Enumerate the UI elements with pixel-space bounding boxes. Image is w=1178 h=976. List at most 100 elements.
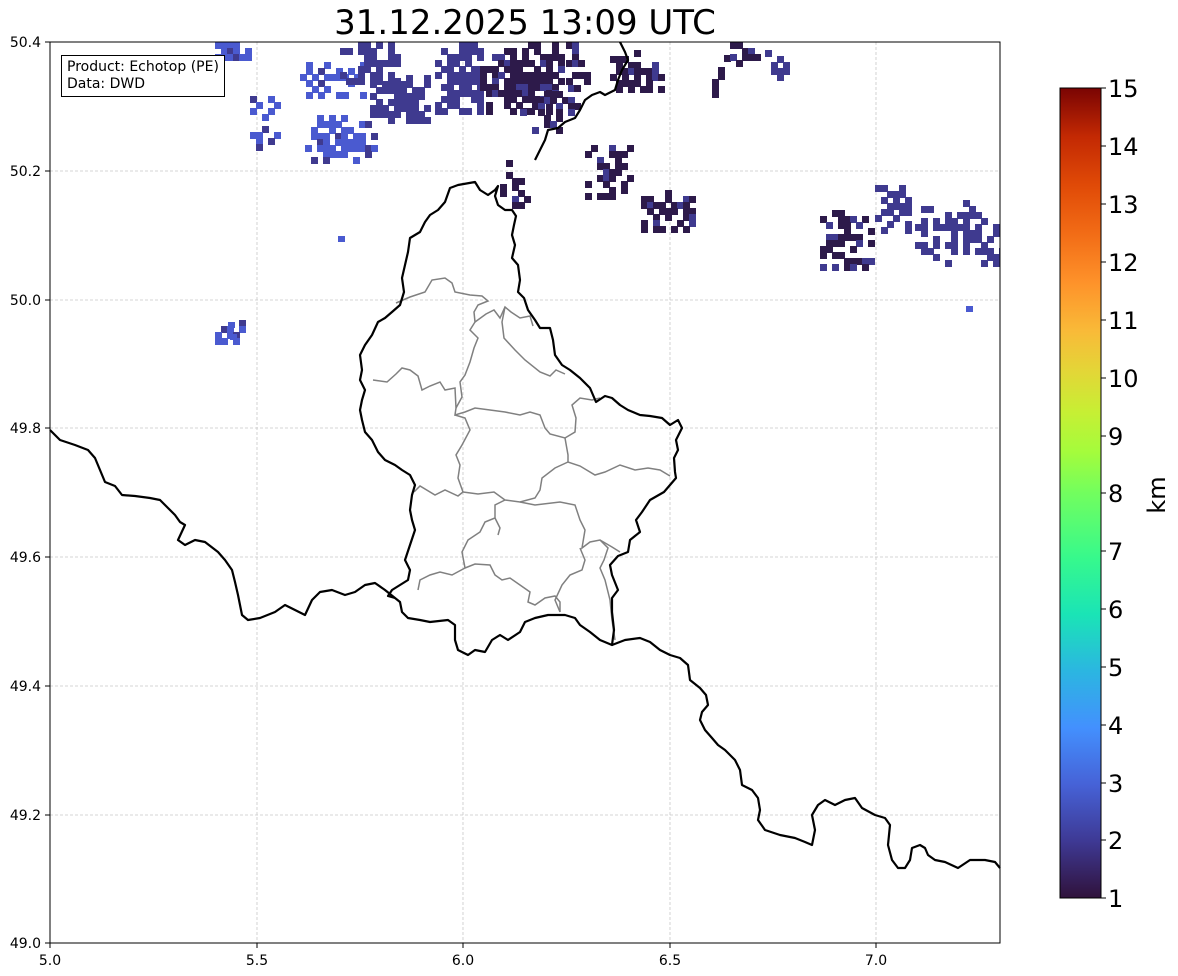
- echo-pixel: [844, 222, 851, 229]
- echo-pixel: [418, 117, 425, 124]
- echo-pixel: [736, 42, 743, 49]
- echo-pixel: [250, 96, 257, 103]
- echo-pixel: [552, 42, 559, 49]
- echo-pixel: [975, 230, 982, 237]
- y-tick-label: 50.0: [10, 293, 41, 309]
- echo-pixel: [777, 56, 784, 63]
- echo-pixel: [627, 175, 634, 182]
- echo-pixel: [347, 145, 354, 152]
- echo-pixel: [518, 202, 525, 209]
- echo-pixel: [512, 202, 519, 209]
- echo-pixel: [609, 187, 616, 194]
- echo-pixel: [522, 90, 529, 97]
- echo-pixel: [862, 258, 869, 265]
- echo-pixel: [388, 54, 395, 61]
- echo-pixel: [556, 103, 563, 110]
- echo-pixel: [221, 338, 228, 345]
- echo-pixel: [832, 240, 839, 247]
- echo-pixel: [566, 78, 573, 85]
- echo-pixel: [646, 68, 653, 75]
- echo-pixel: [336, 92, 343, 99]
- echo-pixel: [510, 90, 517, 97]
- colorbar-tick-label: 11: [1108, 307, 1139, 335]
- echo-pixel: [899, 209, 906, 216]
- echo-pixel: [329, 127, 336, 134]
- echo-pixel: [652, 62, 659, 69]
- echo-pixel: [477, 96, 484, 103]
- echo-pixel: [528, 90, 535, 97]
- echo-pixel: [400, 105, 407, 112]
- echo-pixel: [418, 93, 425, 100]
- echo-pixel: [274, 102, 281, 109]
- echo-pixel: [358, 72, 365, 79]
- echo-pixel: [388, 42, 395, 49]
- echo-pixel: [346, 78, 353, 85]
- echo-pixel: [887, 191, 894, 198]
- echo-pixel: [370, 81, 377, 88]
- y-tick-label: 49.2: [10, 808, 41, 824]
- colorbar-tick-label: 4: [1108, 712, 1123, 740]
- echo-pixel: [546, 54, 553, 61]
- echo-pixel: [329, 145, 336, 152]
- echo-pixel: [329, 151, 336, 158]
- echo-pixel: [330, 74, 337, 81]
- echo-pixel: [597, 163, 604, 170]
- echo-pixel: [610, 74, 617, 81]
- echo-pixel: [510, 108, 517, 115]
- echo-pixel: [609, 193, 616, 200]
- echo-pixel: [522, 84, 529, 91]
- echo-pixel: [544, 115, 551, 122]
- echo-pixel: [388, 48, 395, 55]
- echo-pixel: [424, 75, 431, 82]
- echo-pixel: [712, 91, 719, 98]
- echo-pixel: [544, 97, 551, 104]
- echo-pixel: [621, 163, 628, 170]
- echo-pixel: [927, 206, 934, 213]
- echo-pixel: [365, 145, 372, 152]
- echo-pixel: [341, 139, 348, 146]
- echo-pixel: [528, 84, 535, 91]
- echo-pixel: [528, 60, 535, 67]
- echo-pixel: [556, 91, 563, 98]
- echo-pixel: [239, 54, 246, 61]
- echo-pixel: [558, 60, 565, 67]
- echo-pixel: [341, 151, 348, 158]
- echo-pixel: [574, 85, 581, 92]
- echo-pixel: [388, 60, 395, 67]
- echo-pixel: [346, 48, 353, 55]
- echo-pixel: [459, 78, 466, 85]
- echo-pixel: [510, 72, 517, 79]
- colorbar-tick-label: 5: [1108, 654, 1123, 682]
- echo-pixel: [558, 66, 565, 73]
- echo-pixel: [562, 97, 569, 104]
- echo-pixel: [868, 258, 875, 265]
- echo-pixel: [435, 72, 442, 79]
- echo-pixel: [388, 81, 395, 88]
- echo-pixel: [418, 111, 425, 118]
- echo-pixel: [323, 145, 330, 152]
- echo-pixel: [981, 260, 988, 267]
- echo-pixel: [370, 111, 377, 118]
- echo-pixel: [510, 84, 517, 91]
- echo-pixel: [516, 72, 523, 79]
- echo-pixel: [945, 242, 952, 249]
- echo-pixel: [963, 248, 970, 255]
- echo-pixel: [963, 200, 970, 207]
- colorbar-tick-label: 1: [1108, 885, 1123, 913]
- echo-pixel: [323, 121, 330, 128]
- echo-pixel: [311, 127, 318, 134]
- echo-pixel: [340, 72, 347, 79]
- echo-pixel: [665, 208, 672, 215]
- x-tick-label: 5.5: [246, 953, 268, 969]
- echo-pixel: [412, 93, 419, 100]
- echo-pixel: [394, 111, 401, 118]
- echo-pixel: [724, 55, 731, 62]
- echo-pixel: [394, 93, 401, 100]
- echo-pixel: [850, 264, 857, 271]
- echo-pixel: [335, 151, 342, 158]
- echo-pixel: [546, 108, 553, 115]
- echo-pixel: [504, 60, 511, 67]
- echo-pixel: [311, 133, 318, 140]
- echo-pixel: [233, 48, 240, 55]
- echo-pixel: [370, 54, 377, 61]
